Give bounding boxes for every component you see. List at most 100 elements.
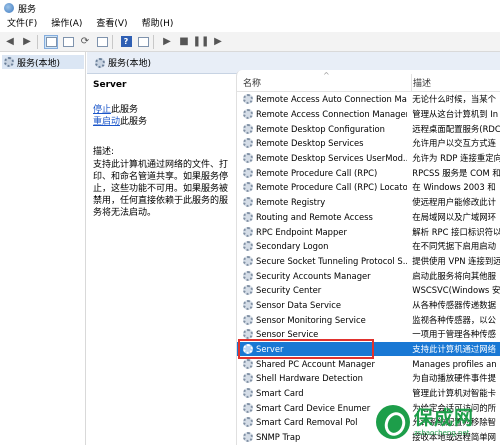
- properties-icon[interactable]: [61, 35, 75, 49]
- stop-link-suffix: 此服务: [111, 105, 139, 115]
- service-gear-icon: [243, 329, 253, 340]
- service-gear-icon: [243, 123, 253, 134]
- service-description: 在局域网以及广域网环: [412, 211, 497, 222]
- service-row[interactable]: Security Accounts Manager 启动此服务将向其他服: [237, 268, 500, 283]
- restart-service-link[interactable]: 重启动: [93, 117, 120, 127]
- service-row[interactable]: Secondary Logon 在不同凭据下启用启动: [237, 239, 500, 254]
- service-description: 允许用户以交互方式连: [412, 138, 497, 149]
- export-list-icon[interactable]: [95, 35, 109, 49]
- watermark-logo-icon: [376, 404, 410, 439]
- toolbar: ◀ ▶ ⟳ ? ▶ ■ ❚❚ ▶: [0, 32, 500, 52]
- service-description: 为自动播放硬件事件提: [412, 373, 497, 384]
- refresh-icon[interactable]: ⟳: [78, 35, 92, 49]
- service-gear-icon: [243, 241, 253, 252]
- service-name: Remote Access Auto Connection Ma...: [256, 94, 408, 105]
- menu-action[interactable]: 操作(A): [44, 16, 89, 32]
- service-name: Sensor Service: [256, 329, 319, 340]
- service-gear-icon: [243, 197, 253, 208]
- service-description: 远程桌面配置服务(RDC: [412, 123, 500, 134]
- service-row[interactable]: RPC Endpoint Mapper 解析 RPC 接口标识符以: [237, 224, 500, 239]
- console-tree: 服务(本地): [0, 52, 86, 445]
- service-description: 使远程用户能修改此计: [412, 197, 497, 208]
- service-row[interactable]: Remote Procedure Call (RPC) Locator 在 Win…: [237, 180, 500, 195]
- service-description: 无论什么时候，当某个: [412, 94, 497, 105]
- service-description: 从各种传感器传递数据: [412, 299, 497, 310]
- service-description: Manages profiles an: [412, 358, 497, 369]
- service-gear-icon: [243, 255, 253, 266]
- menu-view[interactable]: 查看(V): [89, 16, 134, 32]
- service-row[interactable]: Remote Registry 使远程用户能修改此计: [237, 195, 500, 210]
- stop-service-link[interactable]: 停止: [93, 105, 111, 115]
- service-gear-icon: [243, 270, 253, 281]
- service-row[interactable]: Remote Desktop Services UserMod... 允许为 RD…: [237, 151, 500, 166]
- service-row[interactable]: Remote Access Connection Manager 管理从这台计算机…: [237, 107, 500, 122]
- service-name: Sensor Data Service: [256, 299, 341, 310]
- back-arrow-icon[interactable]: ◀: [3, 35, 17, 49]
- service-description: 在不同凭据下启用启动: [412, 241, 497, 252]
- toolbar-divider: [112, 34, 113, 49]
- tree-item-services-local[interactable]: 服务(本地): [2, 55, 84, 69]
- service-row[interactable]: Remote Access Auto Connection Ma... 无论什么时…: [237, 92, 500, 107]
- service-row[interactable]: Security Center WSCSVC(Windows 安: [237, 283, 500, 298]
- service-gear-icon: [243, 167, 253, 178]
- service-gear-icon: [243, 226, 253, 237]
- service-name: Remote Procedure Call (RPC) Locator: [256, 182, 408, 193]
- service-name: Routing and Remote Access: [256, 211, 373, 222]
- toolbar-divider: [37, 34, 38, 49]
- service-name: Server: [256, 344, 284, 355]
- service-row[interactable]: Sensor Data Service 从各种传感器传递数据: [237, 298, 500, 313]
- service-row[interactable]: Sensor Service 一项用于管理各种传感: [237, 327, 500, 342]
- menu-file[interactable]: 文件(F): [0, 16, 44, 32]
- gear-icon: [95, 57, 105, 68]
- service-description: 管理从这台计算机到 In: [412, 109, 499, 120]
- services-app-icon: [4, 3, 14, 13]
- restart-service-icon[interactable]: ▶: [211, 35, 225, 49]
- service-name: Sensor Monitoring Service: [256, 314, 366, 325]
- service-gear-icon: [243, 402, 253, 413]
- service-description: 提供使用 VPN 连接到远: [412, 255, 500, 266]
- list-column-headers: ^ 名称 描述: [237, 70, 500, 92]
- service-gear-icon: [243, 211, 253, 222]
- watermark-url: zsbaocheng.net: [414, 428, 470, 437]
- service-name: Remote Access Connection Manager: [256, 109, 408, 120]
- help-icon[interactable]: ?: [119, 35, 133, 49]
- service-row[interactable]: Shell Hardware Detection 为自动播放硬件事件提: [237, 371, 500, 386]
- pane-header-title: 服务(本地): [108, 59, 152, 69]
- pause-service-icon[interactable]: ❚❚: [193, 35, 210, 49]
- service-row[interactable]: Shared PC Account Manager Manages profile…: [237, 356, 500, 371]
- description-label: 描述:: [93, 147, 115, 157]
- service-row[interactable]: Remote Desktop Configuration 远程桌面配置服务(RDC: [237, 121, 500, 136]
- service-name: Remote Procedure Call (RPC): [256, 167, 378, 178]
- column-header-description[interactable]: 描述: [409, 76, 431, 91]
- service-gear-icon: [243, 182, 253, 193]
- start-service-icon[interactable]: ▶: [160, 35, 174, 49]
- service-row[interactable]: Secure Socket Tunneling Protocol S... 提供使…: [237, 254, 500, 269]
- forward-arrow-icon[interactable]: ▶: [20, 35, 34, 49]
- service-gear-icon: [243, 285, 253, 296]
- toolbar-divider: [153, 34, 154, 49]
- sort-ascending-icon: ^: [323, 71, 330, 80]
- show-hide-console-tree-icon[interactable]: [44, 34, 58, 49]
- service-row[interactable]: Routing and Remote Access 在局域网以及广域网环: [237, 210, 500, 225]
- column-divider[interactable]: [411, 74, 412, 92]
- service-gear-icon: [243, 432, 253, 443]
- service-row[interactable]: Server 支持此计算机通过网络: [237, 341, 500, 357]
- services-rows: Remote Access Auto Connection Ma... 无论什么时…: [237, 92, 500, 445]
- watermark-text: 保成网: [414, 406, 475, 429]
- service-description: 启动此服务将向其他服: [412, 270, 497, 281]
- service-description: 在 Windows 2003 和: [412, 182, 496, 193]
- service-row[interactable]: Remote Desktop Services 允许用户以交互方式连: [237, 136, 500, 151]
- service-description: 一项用于管理各种传感: [412, 329, 497, 340]
- service-row[interactable]: Remote Procedure Call (RPC) RPCSS 服务是 COM…: [237, 165, 500, 180]
- window-title: 服务: [18, 4, 37, 15]
- action-pane-icon[interactable]: [136, 35, 150, 49]
- service-gear-icon: [243, 153, 253, 164]
- service-name: Secondary Logon: [256, 241, 329, 252]
- service-gear-icon: [243, 299, 253, 310]
- service-name: Remote Registry: [256, 197, 326, 208]
- site-watermark: 保成网 zsbaocheng.net: [374, 398, 500, 445]
- stop-service-icon[interactable]: ■: [177, 35, 191, 49]
- menu-help[interactable]: 帮助(H): [135, 16, 181, 32]
- service-name: Remote Desktop Services: [256, 138, 364, 149]
- service-row[interactable]: Sensor Monitoring Service 监视各种传感器，以公: [237, 312, 500, 327]
